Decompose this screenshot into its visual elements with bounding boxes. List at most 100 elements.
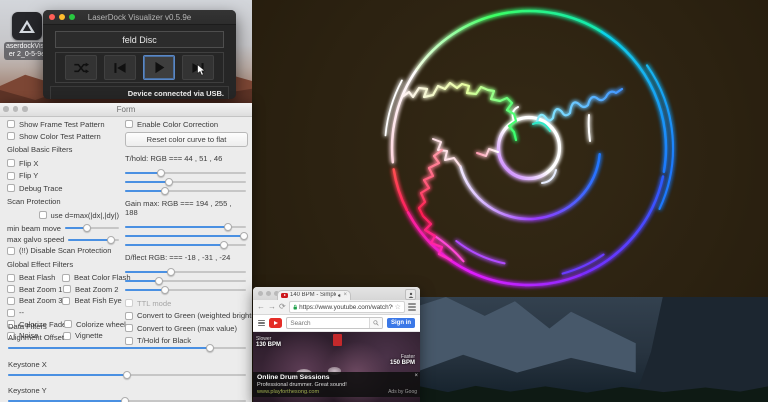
checkbox-box[interactable]	[7, 120, 15, 128]
settings-left-column: Show Frame Test Pattern Show Color Test …	[7, 120, 119, 343]
next-track-button[interactable]	[182, 55, 214, 80]
tab-close-icon[interactable]: ×	[343, 292, 347, 298]
reset-color-curve-button[interactable]: Reset color curve to flat	[125, 132, 248, 147]
profile-button[interactable]	[405, 289, 416, 300]
checkbox-box[interactable]	[7, 184, 15, 192]
checkbox-enable-color-correction[interactable]: Enable Color Correction	[125, 120, 246, 128]
close-window-button[interactable]	[258, 291, 263, 296]
checkbox-dash-dash[interactable]: --	[7, 308, 64, 317]
checkbox-disable-scan-protection[interactable]: (!!) Disable Scan Protection	[7, 247, 119, 255]
checkbox-box[interactable]	[7, 247, 15, 255]
address-bar[interactable]: https://www.youtube.com/watch?v=... ☆	[289, 301, 405, 313]
sign-in-button[interactable]: Sign in	[387, 318, 415, 329]
keystone-y-slider[interactable]	[8, 397, 246, 402]
checkbox-beat-flash[interactable]: Beat Flash	[7, 273, 62, 282]
checkbox-show-frame-test[interactable]: Show Frame Test Pattern	[7, 120, 119, 128]
slider-knob[interactable]	[240, 232, 248, 240]
checkbox-beat-zoom-3[interactable]: Beat Zoom 3	[7, 296, 62, 305]
checkbox-box[interactable]	[125, 312, 133, 320]
checkbox-convert-green-weighted[interactable]: Convert to Green (weighted brightness)	[125, 312, 246, 320]
slider-knob[interactable]	[83, 224, 91, 232]
slider-knob[interactable]	[220, 241, 228, 249]
keystone-x-slider[interactable]	[8, 370, 246, 379]
slider-knob[interactable]	[157, 169, 165, 177]
slider-knob[interactable]	[107, 236, 115, 244]
checkbox-beat-color-flash[interactable]: Beat Color Flash	[62, 273, 119, 282]
video-ad-banner[interactable]: Online Drum Sessions Professional drumme…	[253, 372, 420, 397]
checkbox-box[interactable]	[7, 297, 15, 305]
slider-knob[interactable]	[206, 344, 214, 352]
checkbox-flip-y[interactable]: Flip Y	[7, 172, 119, 180]
checkbox-flip-x[interactable]: Flip X	[7, 159, 119, 167]
minimize-window-button[interactable]	[59, 14, 65, 20]
checkbox-box[interactable]	[7, 172, 15, 180]
reload-button[interactable]: ⟳	[279, 303, 286, 311]
slider-knob[interactable]	[161, 187, 169, 195]
settings-titlebar[interactable]: Form	[0, 103, 252, 117]
gain-green-slider[interactable]	[125, 231, 246, 240]
checkbox-box[interactable]	[39, 211, 47, 219]
checkbox-use-dmax[interactable]: use d=max(|dx|,|dy|)	[7, 211, 119, 219]
checkbox-show-color-test[interactable]: Show Color Test Pattern	[7, 132, 119, 140]
thold-blue-slider[interactable]	[125, 186, 246, 195]
back-button[interactable]: ←	[257, 303, 265, 311]
checkbox-box[interactable]	[63, 285, 71, 293]
minimize-window-button[interactable]	[13, 106, 19, 112]
shuffle-button[interactable]	[65, 55, 97, 80]
checkbox-box[interactable]	[7, 274, 15, 282]
checkbox-box[interactable]	[7, 285, 15, 293]
dflect-red-slider[interactable]	[125, 267, 246, 276]
checkbox-beat-fish-eye[interactable]: Beat Fish Eye	[62, 296, 119, 305]
visualizer-titlebar[interactable]: LaserDock Visualizer v0.5.9e	[43, 10, 236, 25]
checkbox-box[interactable]	[7, 159, 15, 167]
app-icon[interactable]	[12, 12, 42, 40]
slider-knob[interactable]	[121, 397, 129, 402]
close-window-button[interactable]	[49, 14, 55, 20]
thold-red-slider[interactable]	[125, 168, 246, 177]
gain-blue-slider[interactable]	[125, 240, 246, 249]
ad-title[interactable]: Online Drum Sessions	[257, 374, 416, 382]
youtube-search-box[interactable]	[286, 317, 383, 330]
tab-audio-icon[interactable]	[338, 293, 342, 298]
forward-button[interactable]: →	[268, 303, 276, 311]
slider-knob[interactable]	[161, 286, 169, 294]
bookmark-star-icon[interactable]: ☆	[395, 303, 401, 311]
max-galvo-speed-slider[interactable]	[68, 235, 119, 244]
video-player[interactable]: Slower 130 BPM Faster 150 BPM Online Dru…	[253, 332, 420, 402]
close-window-button[interactable]	[3, 106, 9, 112]
thold-green-slider[interactable]	[125, 177, 246, 186]
slider-knob[interactable]	[167, 268, 175, 276]
dflect-blue-slider[interactable]	[125, 285, 246, 294]
search-input[interactable]	[287, 320, 369, 327]
browser-menu-icon[interactable]	[408, 303, 416, 312]
checkbox-box[interactable]	[7, 132, 15, 140]
checkbox-ttl-mode[interactable]: TTL mode	[125, 299, 246, 307]
slider-knob[interactable]	[165, 178, 173, 186]
checkbox-box[interactable]	[125, 299, 133, 307]
play-button[interactable]	[143, 55, 175, 80]
ad-close-icon[interactable]: ×	[414, 373, 418, 379]
checkbox-beat-zoom-1[interactable]: Beat Zoom 1	[7, 285, 63, 294]
hamburger-menu-icon[interactable]	[258, 320, 265, 327]
search-button[interactable]	[369, 318, 382, 329]
dflect-green-slider[interactable]	[125, 276, 246, 285]
alignment-offset-slider[interactable]	[8, 344, 246, 353]
checkbox-box[interactable]	[62, 274, 70, 282]
cliff-shape	[622, 297, 768, 402]
zoom-window-button[interactable]	[69, 14, 75, 20]
minimize-window-button[interactable]	[266, 291, 271, 296]
slider-knob[interactable]	[155, 277, 163, 285]
min-beam-move-slider[interactable]	[65, 224, 119, 233]
checkbox-box[interactable]	[7, 309, 15, 317]
zoom-window-button[interactable]	[22, 106, 28, 112]
checkbox-box[interactable]	[125, 120, 133, 128]
checkbox-debug-trace[interactable]: Debug Trace	[7, 184, 119, 192]
slider-knob[interactable]	[123, 371, 131, 379]
slider-knob[interactable]	[224, 223, 232, 231]
checkbox-beat-zoom-2[interactable]: Beat Zoom 2	[63, 285, 119, 294]
checkbox-box[interactable]	[62, 297, 70, 305]
youtube-logo[interactable]	[269, 318, 282, 329]
gain-red-slider[interactable]	[125, 222, 246, 231]
browser-tab[interactable]: 140 BPM - Simple Str ×	[277, 290, 351, 301]
previous-track-button[interactable]	[104, 55, 136, 80]
